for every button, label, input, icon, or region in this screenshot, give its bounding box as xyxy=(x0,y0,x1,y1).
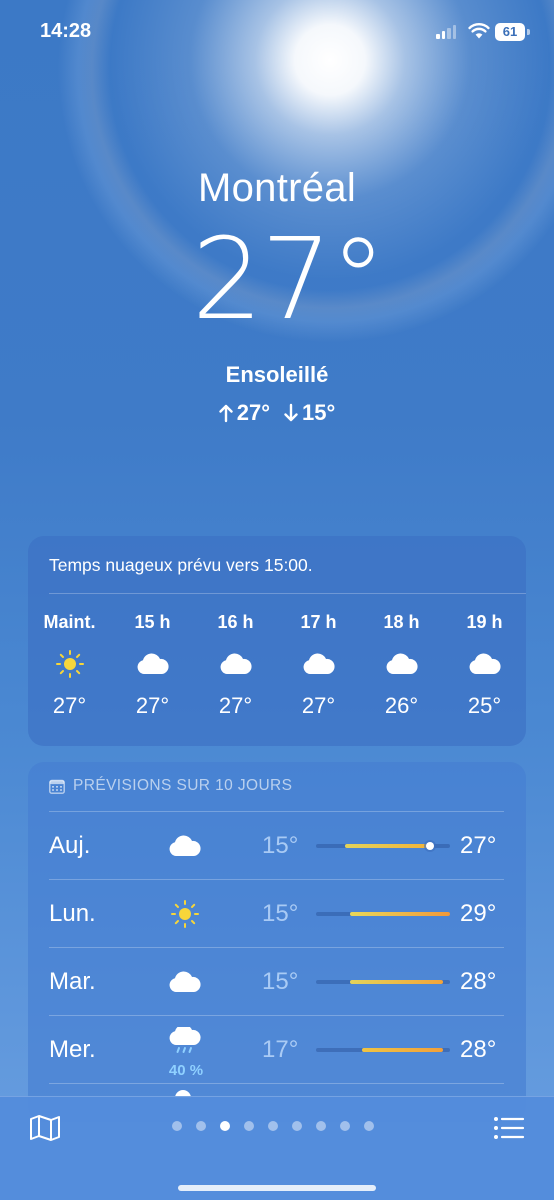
low-temp-value: 15° xyxy=(302,400,336,425)
temperature-range-bar xyxy=(316,912,450,916)
day-name: Mer. xyxy=(49,1036,96,1063)
temperature-range-bar xyxy=(316,1048,450,1052)
hour-item: 18 h 26° xyxy=(360,610,443,720)
temperature-range-bar xyxy=(316,980,450,984)
divider xyxy=(49,593,526,594)
ten-day-forecast-card[interactable]: PRÉVISIONS SUR 10 JOURS Auj. 15° 27° Lun… xyxy=(28,762,526,1122)
day-low: 15° xyxy=(262,968,299,995)
hour-temp: 27° xyxy=(135,693,170,718)
map-icon[interactable] xyxy=(28,1113,62,1143)
day-high: 28° xyxy=(460,1036,497,1063)
hourly-forecast-card[interactable]: Temps nuageux prévu vers 15:00. Maint. 2… xyxy=(28,536,526,746)
home-indicator xyxy=(178,1185,376,1191)
day-low: 17° xyxy=(262,1036,299,1063)
hour-item: 17 h 27° xyxy=(277,610,360,720)
cloud-icon xyxy=(167,966,203,998)
page-dot[interactable] xyxy=(364,1121,374,1131)
hour-temp: 27° xyxy=(301,693,336,718)
hour-temp: 27° xyxy=(218,693,253,718)
hour-temp: 27° xyxy=(52,693,87,718)
sun-icon xyxy=(167,898,203,930)
cloud-icon xyxy=(468,650,502,678)
hour-label: 16 h xyxy=(217,612,254,632)
high-temp-value: 27° xyxy=(236,400,270,425)
day-high: 28° xyxy=(460,968,497,995)
hourly-list[interactable]: Maint. 27° 15 h 27° 16 h 27° 17 h 27° 18… xyxy=(28,610,526,720)
battery-icon: 61 xyxy=(495,23,525,41)
wifi-icon xyxy=(468,23,490,39)
day-low: 15° xyxy=(262,900,299,927)
high-temp: 27° xyxy=(219,398,270,428)
hour-temp: 26° xyxy=(384,693,419,718)
sun-icon xyxy=(53,650,87,678)
hour-label: 15 h xyxy=(134,612,171,632)
cloud-icon xyxy=(136,650,170,678)
page-dot[interactable] xyxy=(244,1121,254,1131)
hour-item: Maint. 27° xyxy=(28,610,111,720)
arrow-up-icon xyxy=(219,404,233,423)
calendar-icon xyxy=(49,779,65,794)
hour-label: Maint. xyxy=(43,612,96,632)
temperature-range-fill xyxy=(349,980,444,984)
hour-item: 19 h 25° xyxy=(443,610,526,720)
city-name: Montréal xyxy=(197,166,357,210)
current-temp-marker xyxy=(425,842,434,850)
temperature-range-fill xyxy=(349,912,450,916)
daily-header: PRÉVISIONS SUR 10 JOURS xyxy=(49,776,292,796)
hour-label: 17 h xyxy=(300,612,337,632)
day-low: 15° xyxy=(262,832,299,859)
day-row[interactable]: Auj. 15° 27° xyxy=(28,812,526,880)
current-conditions: Montréal 27° Ensoleillé 27° 15° xyxy=(0,160,554,428)
temperature-range-fill xyxy=(345,844,428,848)
page-dot[interactable] xyxy=(292,1121,302,1131)
day-row[interactable]: Mer. 40 % 17° 28° xyxy=(28,1016,526,1084)
cloud-icon xyxy=(302,650,336,678)
cloud-icon xyxy=(385,650,419,678)
divider xyxy=(49,1083,504,1084)
cloud-icon xyxy=(219,650,253,678)
day-name: Lun. xyxy=(49,900,96,927)
day-row[interactable]: Mar. 15° 28° xyxy=(28,948,526,1016)
current-condition: Ensoleillé xyxy=(225,362,329,387)
cellular-signal-icon xyxy=(436,25,456,39)
cloud-icon xyxy=(167,830,203,862)
temperature-range-fill xyxy=(361,1048,444,1052)
page-indicator[interactable] xyxy=(172,1121,374,1131)
hour-temp: 25° xyxy=(467,693,502,718)
status-time: 14:28 xyxy=(40,20,92,42)
page-dot[interactable] xyxy=(268,1121,278,1131)
hour-label: 19 h xyxy=(466,612,503,632)
cloud-rain-icon xyxy=(167,1026,203,1058)
hour-item: 15 h 27° xyxy=(111,610,194,720)
page-dot-active[interactable] xyxy=(220,1121,230,1131)
day-name: Mar. xyxy=(49,968,96,995)
hour-item: 16 h 27° xyxy=(194,610,277,720)
precipitation-chance: 40 % xyxy=(168,1062,204,1079)
day-high: 29° xyxy=(460,900,497,927)
hourly-summary: Temps nuageux prévu vers 15:00. xyxy=(49,555,313,575)
page-dot[interactable] xyxy=(196,1121,206,1131)
temperature-range-bar xyxy=(316,842,450,850)
high-low: 27° 15° xyxy=(0,398,554,428)
hour-label: 18 h xyxy=(383,612,420,632)
page-dot[interactable] xyxy=(316,1121,326,1131)
page-dot[interactable] xyxy=(340,1121,350,1131)
day-high: 27° xyxy=(460,832,497,859)
daily-header-label: PRÉVISIONS SUR 10 JOURS xyxy=(73,777,293,794)
page-dot[interactable] xyxy=(172,1121,182,1131)
status-bar: 14:28 61 xyxy=(0,0,554,64)
bottom-toolbar xyxy=(0,1096,554,1200)
day-name: Auj. xyxy=(49,832,91,859)
day-row[interactable]: Lun. 15° 29° xyxy=(28,880,526,948)
current-temperature: 27° xyxy=(191,215,387,345)
list-icon[interactable] xyxy=(492,1113,526,1143)
low-temp: 15° xyxy=(284,398,335,428)
battery-tip xyxy=(527,29,530,35)
arrow-down-icon xyxy=(284,403,298,422)
